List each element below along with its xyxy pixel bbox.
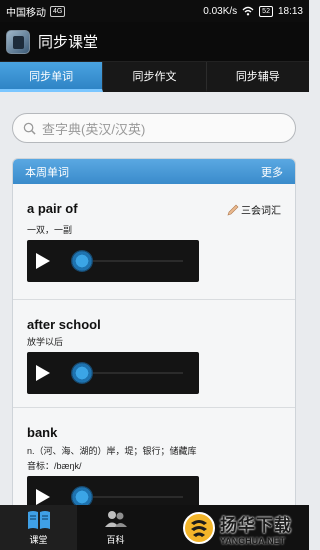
wifi-icon xyxy=(242,6,254,16)
app-title: 同步课堂 xyxy=(38,34,99,51)
app-bar: 同步课堂 xyxy=(0,22,309,62)
audio-seek-knob[interactable] xyxy=(71,250,93,272)
audio-progress-track[interactable] xyxy=(82,496,183,498)
status-bar: 中国移动 4G 0.03K/s 52 18:13 xyxy=(0,0,309,22)
audio-player xyxy=(27,240,199,282)
book-icon xyxy=(27,511,50,529)
audio-seek-knob[interactable] xyxy=(71,362,93,384)
sim-badge: 4G xyxy=(50,5,66,17)
yanghua-logo-icon xyxy=(183,512,215,544)
search-placeholder: 查字典(英汉/汉英) xyxy=(42,121,146,137)
more-link[interactable]: 更多 xyxy=(261,164,283,180)
word-meaning: 放学以后 xyxy=(27,337,64,347)
search-icon xyxy=(23,122,36,135)
tab-sync-essays[interactable]: 同步作文 xyxy=(103,62,207,92)
word-entry[interactable]: after school 放学以后 xyxy=(13,300,295,408)
vocabulary-tag-label: 三会词汇 xyxy=(241,206,281,217)
nav-label: 课堂 xyxy=(29,535,48,545)
audio-progress-track[interactable] xyxy=(82,372,183,374)
word-entry[interactable]: a pair of 三会词汇 一双，一副 xyxy=(13,184,295,300)
weekly-words-title: 本周单词 xyxy=(25,166,69,179)
play-icon[interactable] xyxy=(35,364,51,382)
watermark-cn: 扬华下载 xyxy=(220,515,292,535)
word-text: after school xyxy=(27,317,101,332)
people-icon xyxy=(104,511,127,527)
tab-bar: 同步单词 同步作文 同步辅导 xyxy=(0,62,309,92)
vocabulary-tag: 三会词汇 xyxy=(227,202,281,217)
network-speed: 0.03K/s xyxy=(203,5,238,17)
audio-player xyxy=(27,352,199,394)
status-right: 0.03K/s 52 18:13 xyxy=(203,5,303,17)
battery-badge: 52 xyxy=(259,5,273,17)
carrier-label: 中国移动 xyxy=(6,7,46,19)
yanghua-watermark: 扬华下载 YANGHUA.NET xyxy=(182,508,309,548)
word-meaning: n.（河、海、湖的）岸，堤；银行；储藏库 xyxy=(27,446,197,456)
dictionary-search-input[interactable]: 查字典(英汉/汉英) xyxy=(12,113,296,143)
word-text: bank xyxy=(27,425,58,440)
word-entry[interactable]: bank n.（河、海、湖的）岸，堤；银行；储藏库 音标：/bæŋk/ xyxy=(13,408,295,517)
app-logo-icon[interactable] xyxy=(6,29,30,54)
play-icon[interactable] xyxy=(35,488,51,506)
play-icon[interactable] xyxy=(35,252,51,270)
nav-label: 百科 xyxy=(106,535,125,545)
audio-progress-track[interactable] xyxy=(82,260,183,262)
tab-sync-tutoring[interactable]: 同步辅导 xyxy=(207,62,309,92)
tab-sync-words[interactable]: 同步单词 xyxy=(0,62,104,92)
weekly-words-card: 本周单词 更多 a pair of 三会词汇 一双，一副 after schoo… xyxy=(12,158,296,518)
watermark-en: YANGHUA.NET xyxy=(220,535,286,546)
word-phonetic: 音标：/bæŋk/ xyxy=(27,461,82,471)
clock: 18:13 xyxy=(277,5,303,17)
pencil-icon xyxy=(227,204,239,215)
weekly-words-header: 本周单词 更多 xyxy=(13,159,295,184)
word-meaning: 一双，一副 xyxy=(27,225,73,235)
nav-item-classroom[interactable]: 课堂 xyxy=(0,505,77,550)
watermark-text: 扬华下载 YANGHUA.NET xyxy=(220,511,292,546)
nav-item-encyclopedia[interactable]: 百科 xyxy=(77,505,154,550)
